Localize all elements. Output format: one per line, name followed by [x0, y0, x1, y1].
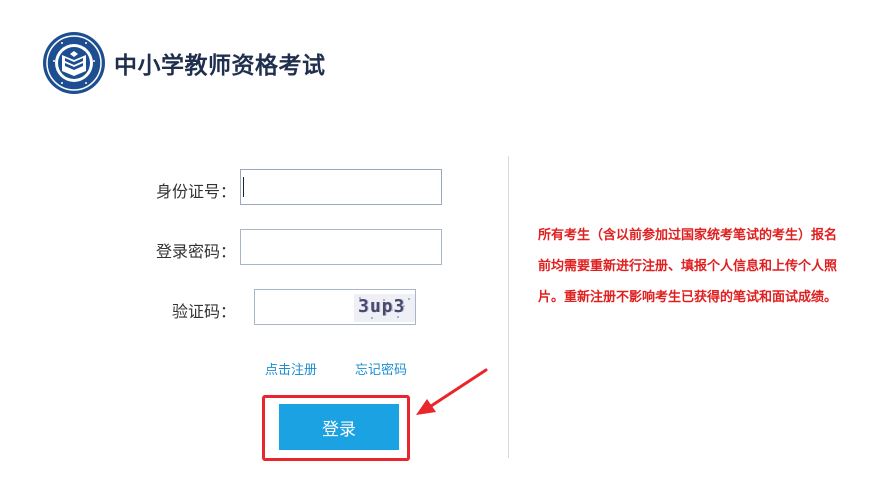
captcha-code: 3up3 [358, 296, 406, 317]
captcha-image[interactable]: 3up3 [354, 289, 416, 325]
password-input[interactable] [240, 229, 442, 265]
password-label: 登录密码： [156, 242, 237, 261]
forgot-password-link[interactable]: 忘记密码 [355, 359, 407, 378]
id-number-label: 身份证号： [156, 182, 237, 201]
exam-emblem-logo-icon [43, 32, 105, 94]
login-button[interactable]: 登录 [279, 404, 399, 450]
registration-notice: 所有考生（含以前参加过国家统考笔试的考生）报名前均需要重新进行注册、填报个人信息… [538, 228, 838, 305]
text-cursor [243, 177, 244, 197]
site-title: 中小学教师资格考试 [114, 53, 326, 79]
red-pointer-arrow-icon [416, 368, 488, 415]
register-link[interactable]: 点击注册 [265, 359, 317, 378]
captcha-input[interactable] [254, 289, 354, 325]
login-page: 中小学教师资格考试 身份证号： 登录密码： 验证码： 3up3 点击注册 忘记密… [0, 0, 876, 499]
captcha-label: 验证码： [172, 302, 237, 321]
id-number-input[interactable] [240, 169, 442, 205]
vertical-divider [508, 156, 509, 458]
